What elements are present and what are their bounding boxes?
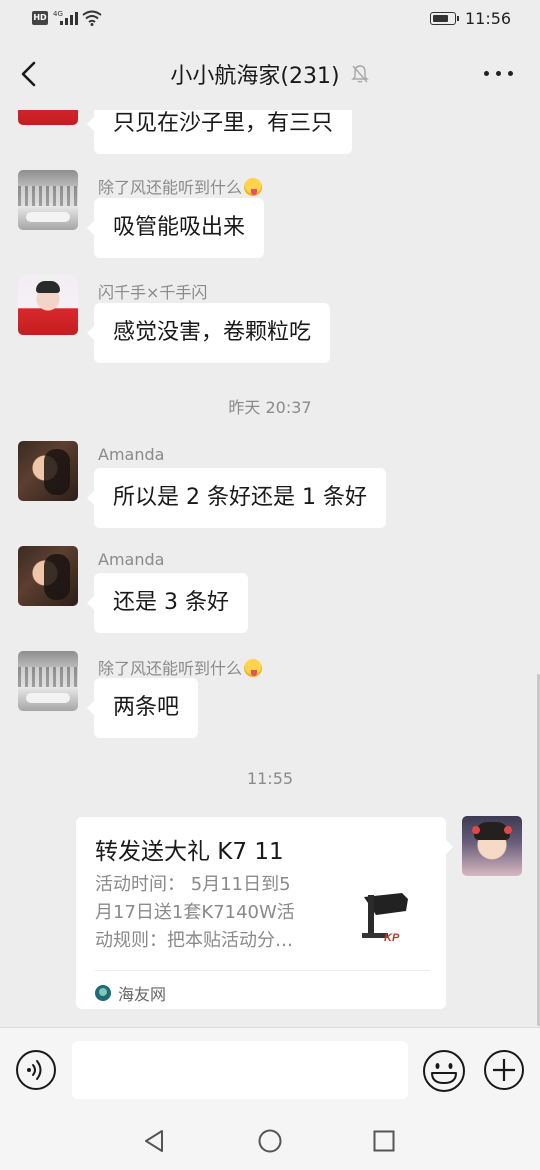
message-list[interactable]: 只见在沙子里，有三只 除了风还能听到什么 吸管能吸出来 闪千手×千手闪 感觉没害… (0, 110, 540, 1027)
avatar[interactable] (18, 170, 78, 230)
avatar[interactable] (18, 110, 78, 125)
card-title: 转发送大礼 K7 11 (95, 839, 284, 865)
card-divider (95, 970, 430, 971)
avatar[interactable] (18, 275, 78, 335)
card-source-name: 海友网 (118, 985, 167, 1004)
chat-header: 小小航海家(231) (0, 38, 540, 110)
avatar[interactable] (462, 816, 522, 876)
sender-name: 除了风还能听到什么 (98, 174, 263, 198)
tongue-emoji-icon (244, 178, 263, 196)
nav-home-icon[interactable] (258, 1129, 282, 1153)
input-bar (0, 1027, 540, 1115)
card-source: 海友网 (95, 981, 166, 1005)
battery-icon (430, 12, 459, 25)
avatar[interactable] (18, 651, 78, 711)
sender-name-text: 除了风还能听到什么 (98, 178, 243, 197)
chat-title[interactable]: 小小航海家(231) (170, 58, 339, 90)
link-card[interactable]: 转发送大礼 K7 11 活动时间： 5月11日到5 月17日送1套K7140W活… (76, 817, 453, 1009)
emoji-icon[interactable] (422, 1049, 466, 1093)
thumb-logo: KP (384, 932, 400, 944)
message-bubble[interactable]: 两条吧 (86, 678, 199, 738)
avatar[interactable] (18, 546, 78, 606)
nav-recent-icon[interactable] (373, 1130, 395, 1152)
system-nav-bar (0, 1115, 540, 1170)
message-bubble[interactable]: 还是 3 条好 (87, 573, 248, 633)
voice-icon[interactable] (15, 1049, 57, 1091)
message-bubble[interactable]: 吸管能吸出来 (86, 198, 265, 258)
card-description: 活动时间： 5月11日到5 月17日送1套K7140W活 动规则：把本贴活动分… (95, 871, 339, 955)
sender-name: 除了风还能听到什么 (98, 655, 263, 679)
mute-bell-icon (350, 65, 369, 83)
sender-name-text: 除了风还能听到什么 (98, 659, 243, 678)
nav-back-icon[interactable] (143, 1129, 165, 1153)
signal-icon (60, 12, 78, 25)
card-desc-line: 月17日送1套K7140W活 (95, 902, 295, 923)
message-timestamp: 11:55 (246, 769, 294, 788)
message-bubble[interactable]: 只见在沙子里，有三只 (86, 110, 353, 154)
sender-name: Amanda (98, 445, 165, 464)
message-input[interactable] (72, 1041, 408, 1099)
wifi-icon (82, 10, 102, 26)
card-desc-line: 活动时间： 5月11日到5 (95, 874, 291, 895)
chat-title-row: 小小航海家(231) (0, 58, 540, 90)
hd-indicator: HD (32, 11, 48, 25)
card-desc-line: 动规则：把本贴活动分… (95, 930, 293, 951)
source-logo-icon (95, 985, 111, 1001)
card-thumbnail: KP (358, 877, 418, 949)
avatar[interactable] (18, 441, 78, 501)
message-bubble[interactable]: 感觉没害，卷颗粒吃 (86, 303, 331, 363)
status-bar: HD 4G 11:56 (0, 0, 540, 38)
plus-icon[interactable] (483, 1049, 525, 1091)
sender-name: 闪千手×千手闪 (98, 283, 208, 302)
message-timestamp: 昨天 20:37 (228, 398, 312, 417)
status-time: 11:56 (465, 9, 512, 28)
battery-level (433, 15, 449, 22)
sender-name: Amanda (98, 550, 165, 569)
message-bubble[interactable]: 所以是 2 条好还是 1 条好 (87, 468, 386, 528)
more-icon[interactable] (484, 71, 514, 79)
tongue-emoji-icon (244, 659, 263, 677)
